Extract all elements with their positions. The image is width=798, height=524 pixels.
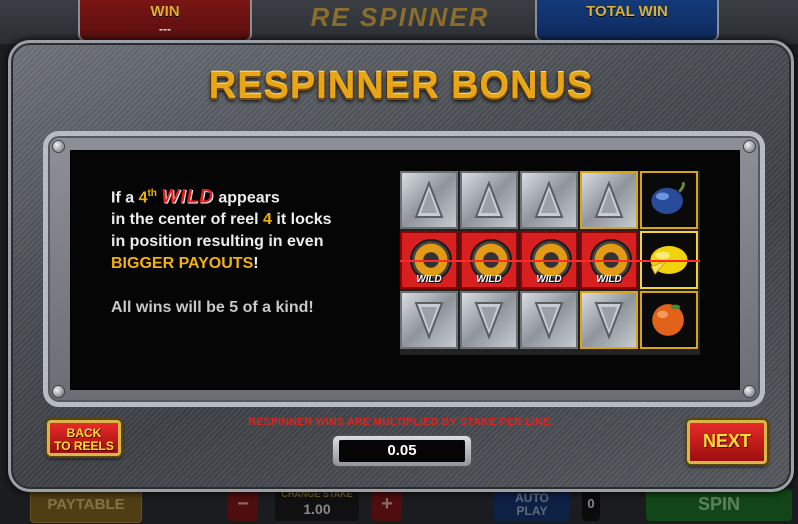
desc-reel-number: 4 — [263, 211, 272, 229]
win-box: WIN --- — [78, 0, 252, 42]
reels-illustration: WILD WILD WILD WILD — [400, 171, 700, 355]
wild-label: WILD — [416, 274, 442, 285]
info-frame: If a 4 th WILD appears in the center of r… — [43, 131, 765, 407]
wild-label: WILD — [476, 274, 502, 285]
arrow-up-icon — [594, 181, 624, 218]
reel-cell-arrow-up — [580, 171, 638, 229]
reel-cell-plum — [640, 171, 698, 229]
desc-text: it locks — [271, 211, 332, 229]
arrow-down-icon — [534, 302, 564, 339]
desc-text: If a — [111, 189, 139, 207]
reel-cell-arrow-down — [460, 291, 518, 349]
orange-icon — [652, 304, 684, 336]
bonus-description: If a 4 th WILD appears in the center of r… — [111, 183, 371, 319]
to-reels-label: TO REELS — [54, 439, 114, 453]
win-value: --- — [159, 22, 171, 36]
screw-icon — [744, 141, 755, 152]
total-win-box: TOTAL WIN — [535, 0, 719, 42]
stake-per-line-box: 0.05 — [332, 435, 472, 467]
all-wins-text: All wins will be 5 of a kind! — [111, 299, 314, 317]
arrow-down-icon — [474, 302, 504, 339]
reel-cell-arrow-down — [400, 291, 458, 349]
desc-text: in position resulting in even — [111, 233, 324, 251]
payline — [400, 260, 700, 262]
next-button[interactable]: NEXT — [687, 420, 767, 464]
plum-icon — [651, 181, 685, 214]
screw-icon — [53, 386, 64, 397]
reel-cell-arrow-up — [460, 171, 518, 229]
wild-label: WILD — [536, 274, 562, 285]
multiplier-note: RESPINNER WINS ARE MULTIPLIED BY STAKE P… — [248, 416, 554, 428]
arrow-up-icon — [534, 181, 564, 218]
arrow-down-icon — [594, 302, 624, 339]
desc-text: ! — [253, 255, 259, 273]
win-label: WIN — [150, 3, 180, 20]
arrow-up-icon — [474, 181, 504, 218]
reel-cell-arrow-down — [520, 291, 578, 349]
respinner-bonus-dialog: RESPINNER BONUS If a 4 th WILD appears in… — [8, 40, 794, 492]
screw-icon — [744, 386, 755, 397]
reel-cell-arrow-up — [520, 171, 578, 229]
wild-word: WILD — [161, 186, 214, 208]
reel-cell-orange — [640, 291, 698, 349]
bigger-payouts: BIGGER PAYOUTS — [111, 255, 254, 273]
game-logo: RE SPINNER — [310, 2, 490, 32]
info-screen: If a 4 th WILD appears in the center of r… — [70, 150, 740, 390]
stake-per-line-value: 0.05 — [339, 440, 465, 462]
arrow-down-icon — [414, 302, 444, 339]
desc-text: appears — [213, 189, 280, 207]
screw-icon — [53, 141, 64, 152]
reel-cell-arrow-up — [400, 171, 458, 229]
desc-th: th — [147, 188, 157, 199]
arrow-up-icon — [414, 181, 444, 218]
reel-cell-arrow-down — [580, 291, 638, 349]
desc-text: in the center of reel — [111, 211, 264, 229]
wild-label: WILD — [596, 274, 622, 285]
dialog-title: RESPINNER BONUS — [208, 65, 594, 107]
total-win-label: TOTAL WIN — [586, 3, 668, 20]
